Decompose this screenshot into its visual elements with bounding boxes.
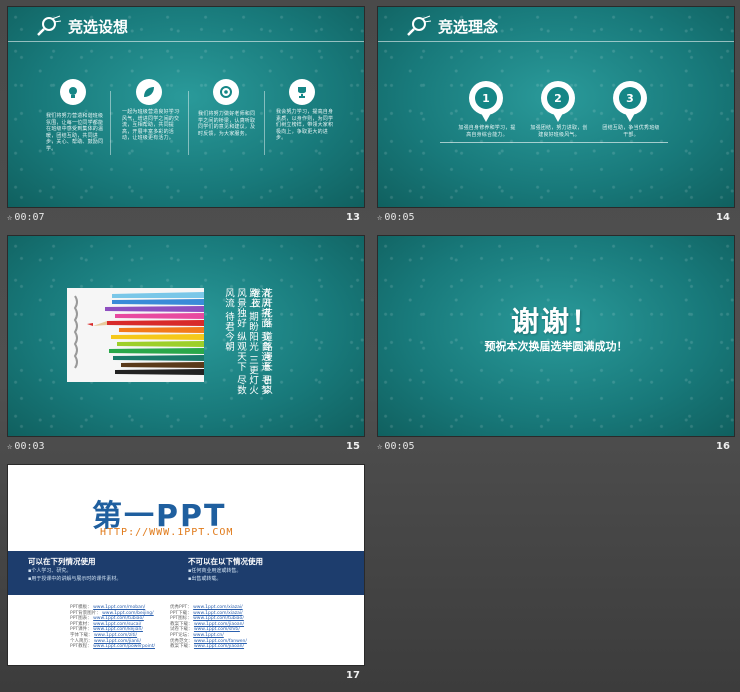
link-url[interactable]: www.1ppt.com/tubiao/	[193, 616, 244, 621]
can-use-item: ▪用于授课中的讲解与展示时的课件素材。	[28, 576, 122, 582]
slide-title: 竞选理念	[438, 17, 499, 36]
leaf-icon	[136, 79, 162, 105]
slide-header: 竞选设想	[36, 15, 128, 37]
usage-band: 可以在下列情况使用 ▪个人学习、研究。 ▪用于授课中的讲解与展示时的课件素材。 …	[8, 551, 364, 595]
concept-text-1: 加强自身修养和学习，提高自身综合能力。	[458, 125, 516, 138]
trophy-icon	[289, 79, 315, 105]
cannot-use-item: ▪任何商业用途或转售。	[188, 568, 242, 574]
idea-text-3: 我们将努力做好老师和同学之间的桥梁，认真听取同学们的意见和建议，及时反馈，为大家…	[198, 111, 256, 137]
links-left: PPT模板： www.1ppt.com/moban/ PPT背景图片： www.…	[70, 605, 155, 650]
header-divider	[378, 41, 734, 42]
link-url[interactable]: www.1ppt.com/fanwen/	[194, 639, 247, 644]
slide-thumbnail-13[interactable]: 竞选设想 我们将努力营造和谐班级氛围，让每一位同学都能在班级中感受到集体的温暖，…	[7, 6, 365, 208]
lightbulb-icon	[60, 79, 86, 105]
background-pattern	[8, 7, 364, 207]
links-right: 优秀PPT： www.1ppt.com/xiazai/ PPT下载： www.1…	[170, 605, 247, 650]
link-url[interactable]: www.1ppt.cn/	[193, 633, 224, 638]
link-url[interactable]: www.1ppt.com/tubiao/	[93, 616, 144, 621]
slide-thumbnail-16[interactable]: 谢谢！ 预祝本次换届选举圆满成功！	[377, 235, 735, 437]
slide-14-timing: ☆ 00:05	[377, 212, 415, 223]
slide-17-number: 17	[346, 670, 360, 681]
concept-baseline	[440, 142, 668, 143]
link-url[interactable]: www.1ppt.com/moban/	[93, 605, 145, 610]
slide-thumbnail-15[interactable]: 花开花落 道路漫长 日以继夜 清风拂面 我自逍遥 寻梦路上 期盼阳光 三更灯火 …	[7, 235, 365, 437]
logo-url: HTTP://WWW.1PPT.COM	[100, 527, 234, 538]
thanks-subtitle: 预祝本次换届选举圆满成功！	[484, 340, 628, 353]
idea-text-1: 我们将努力营造和谐班级氛围，让每一位同学都能在班级中感受到集体的温暖，团结互助，…	[46, 113, 104, 152]
idea-text-2: 一起为班级营造良好学习风气，增进同学之间的交流，互相帮助，共同提高，开展丰富多彩…	[122, 109, 180, 141]
animation-star-icon: ☆	[7, 213, 13, 223]
slide-thumbnail-17[interactable]: 第一PPT HTTP://WWW.1PPT.COM 可以在下列情况使用 ▪个人学…	[7, 464, 365, 666]
concept-text-2: 加强团结，努力进取，创建良好班级风气。	[530, 125, 588, 138]
link-url[interactable]: www.1ppt.com/jianli/	[94, 639, 141, 644]
animation-star-icon: ☆	[7, 442, 13, 452]
slide-14-number: 14	[716, 212, 730, 223]
link-row: 教案下载： www.1ppt.com/jiaoan/	[170, 644, 245, 650]
can-use-title: 可以在下列情况使用	[28, 557, 96, 566]
target-icon	[213, 79, 239, 105]
concept-text-3: 团结互助，争当优秀班级干部。	[602, 125, 660, 138]
idea-text-4: 我会努力学习，提高自身素质，以身作则，为同学们树立榜样，带领大家积极向上，争取更…	[276, 109, 334, 141]
header-divider	[8, 41, 364, 42]
link-url[interactable]: www.1ppt.com/xiazai/	[193, 605, 243, 610]
poem-text-main: 清风拂面 我自逍遥 寻梦路上 期盼阳光 三更灯火 风景独好 纵观天下 尽数风流 …	[223, 288, 270, 396]
link-url[interactable]: www.1ppt.com/xiazai/	[193, 611, 243, 616]
slide-15-timing: ☆ 00:03	[7, 441, 45, 452]
slide-header: 竞选理念	[406, 15, 498, 37]
pin-marker-3: 3	[613, 81, 647, 122]
pin-marker-2: 2	[541, 81, 575, 122]
cannot-use-title: 不可以在以下情况使用	[188, 557, 263, 566]
colored-pencils-photo	[67, 288, 204, 382]
magnifier-icon	[407, 15, 432, 36]
link-url[interactable]: www.1ppt.com/shiti/	[194, 627, 240, 632]
link-row: PPT教程： www.1ppt.com/powerpoint/	[70, 644, 155, 650]
slide-title: 竞选设想	[68, 17, 129, 36]
column-divider	[110, 91, 111, 155]
slide-15-number: 15	[346, 441, 360, 452]
pin-marker-1: 1	[469, 81, 503, 122]
slide-16-number: 16	[716, 441, 730, 452]
magnifier-icon	[37, 15, 62, 36]
animation-star-icon: ☆	[377, 442, 383, 452]
link-url[interactable]: www.1ppt.com/kejian/	[93, 627, 143, 632]
link-url[interactable]: www.1ppt.com/ziti/	[94, 633, 137, 638]
animation-star-icon: ☆	[377, 213, 383, 223]
column-divider	[264, 91, 265, 155]
cannot-use-item: ▪出售或转载。	[188, 576, 222, 582]
column-divider	[188, 91, 189, 155]
slide-13-timing: ☆ 00:07	[7, 212, 45, 223]
thanks-title: 谢谢！	[510, 305, 601, 338]
slide-16-timing: ☆ 00:05	[377, 441, 415, 452]
slide-thumbnail-14[interactable]: 竞选理念 1 2 3 加强自身修养和学习，提高自身综合能力。 加强团结，努力进取…	[377, 6, 735, 208]
link-url[interactable]: www.1ppt.com/jiaoan/	[194, 644, 244, 649]
slide-13-number: 13	[346, 212, 360, 223]
can-use-item: ▪个人学习、研究。	[28, 568, 72, 574]
link-url[interactable]: www.1ppt.com/powerpoint/	[93, 644, 155, 649]
link-url[interactable]: www.1ppt.com/beijing/	[102, 611, 154, 616]
